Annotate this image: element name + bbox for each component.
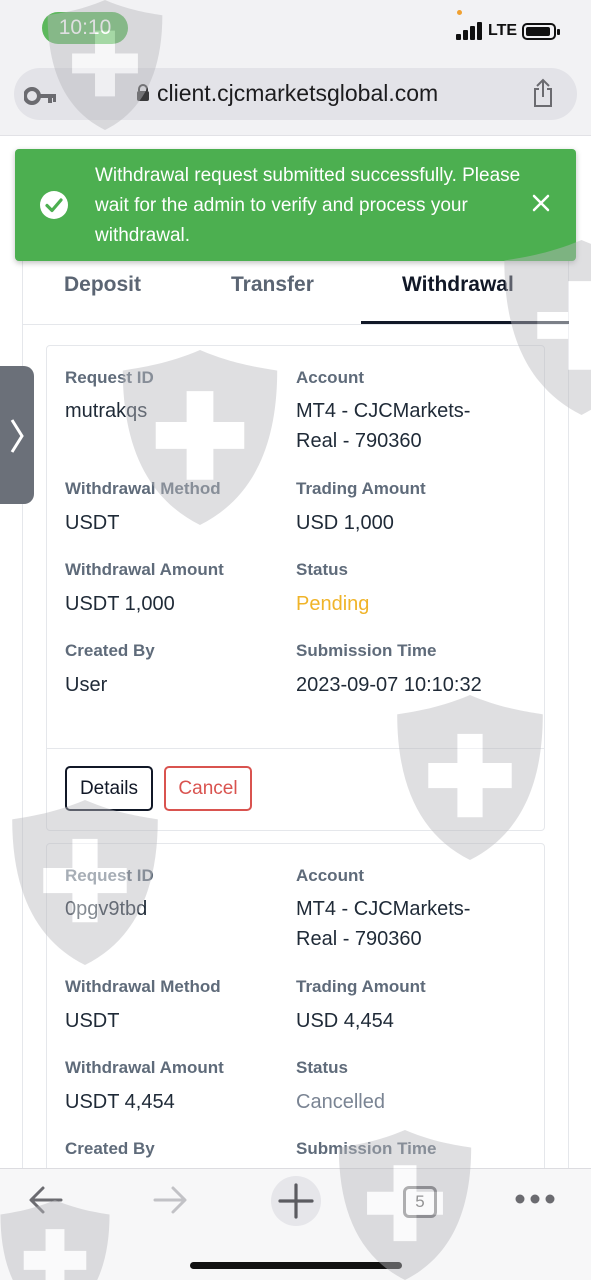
key-icon[interactable]: [24, 86, 58, 106]
status-label: Status: [296, 560, 348, 579]
lock-icon: [137, 84, 149, 101]
submission-time-label: Submission Time: [296, 641, 437, 660]
withdrawal-amount-label: Withdrawal Amount: [65, 560, 224, 579]
submission-time-value: 2023-09-07 10:10:32: [296, 674, 482, 696]
privacy-indicator-dot: [457, 10, 462, 15]
created-by-label: Created By: [65, 1139, 155, 1158]
trading-amount-label: Trading Amount: [296, 977, 426, 996]
url-text[interactable]: client.cjcmarketsglobal.com: [157, 80, 438, 107]
tabs-icon[interactable]: 5: [403, 1186, 437, 1218]
withdrawal-amount-value: USDT 4,454: [65, 1091, 175, 1113]
status-value: Pending: [296, 593, 370, 615]
request-id-value: 0pgv9tbd: [65, 898, 148, 920]
account-value-line2: Real - 790360: [296, 928, 422, 950]
withdrawal-method-label: Withdrawal Method: [65, 479, 221, 498]
submission-time-label: Submission Time: [296, 1139, 437, 1158]
home-indicator: [190, 1262, 402, 1269]
withdrawal-method-value: USDT: [65, 512, 120, 534]
status-value: Cancelled: [296, 1091, 385, 1113]
request-id-value: mutrakqs: [65, 400, 148, 422]
request-id-label: Request ID: [65, 866, 154, 885]
active-tab-indicator: [361, 321, 569, 324]
account-value-line1: MT4 - CJCMarkets-: [296, 400, 471, 422]
more-icon[interactable]: [514, 1193, 556, 1205]
account-value-line2: Real - 790360: [296, 430, 422, 452]
battery-icon: [522, 23, 560, 40]
status-bar: 10:10 LTE: [0, 0, 591, 56]
check-circle-icon: [40, 191, 68, 219]
forward-arrow-icon[interactable]: [152, 1185, 188, 1215]
card-divider: [47, 748, 544, 749]
account-label: Account: [296, 368, 364, 387]
success-toast: Withdrawal request submitted successfull…: [15, 149, 576, 261]
close-icon[interactable]: [531, 193, 551, 213]
created-by-value: User: [65, 674, 108, 696]
status-time: 10:10: [42, 12, 128, 44]
withdrawal-method-label: Withdrawal Method: [65, 977, 221, 996]
trading-amount-label: Trading Amount: [296, 479, 426, 498]
trading-amount-value: USD 4,454: [296, 1010, 394, 1032]
withdrawal-amount-label: Withdrawal Amount: [65, 1058, 224, 1077]
details-button[interactable]: Details: [65, 766, 153, 811]
trading-amount-value: USD 1,000: [296, 512, 394, 534]
created-by-label: Created By: [65, 641, 155, 660]
share-icon[interactable]: [531, 78, 555, 108]
withdrawal-method-value: USDT: [65, 1010, 120, 1032]
back-arrow-icon[interactable]: [28, 1185, 64, 1215]
network-type: LTE: [488, 22, 518, 39]
account-value-line1: MT4 - CJCMarkets-: [296, 898, 471, 920]
content-frame-right: [568, 255, 569, 1170]
transaction-tabs: Deposit Transfer Withdrawal: [22, 255, 569, 325]
account-label: Account: [296, 866, 364, 885]
status-label: Status: [296, 1058, 348, 1077]
withdrawal-amount-value: USDT 1,000: [65, 593, 175, 615]
toast-message: Withdrawal request submitted successfull…: [95, 165, 521, 246]
signal-icon: [456, 22, 484, 40]
chevron-right-icon: [10, 419, 24, 453]
withdrawal-card: Request ID mutrakqs Account MT4 - CJCMar…: [46, 345, 545, 831]
side-drawer-handle[interactable]: [0, 366, 34, 504]
withdrawal-card: Request ID 0pgv9tbd Account MT4 - CJCMar…: [46, 843, 545, 1183]
plus-icon[interactable]: [270, 1175, 322, 1227]
tab-transfer[interactable]: Transfer: [231, 273, 314, 297]
cancel-withdrawal-button[interactable]: Cancel: [164, 766, 252, 811]
tab-withdrawal[interactable]: Withdrawal: [402, 273, 514, 297]
tab-deposit[interactable]: Deposit: [64, 273, 141, 297]
browser-address-area: client.cjcmarketsglobal.com: [0, 56, 591, 136]
request-id-label: Request ID: [65, 368, 154, 387]
